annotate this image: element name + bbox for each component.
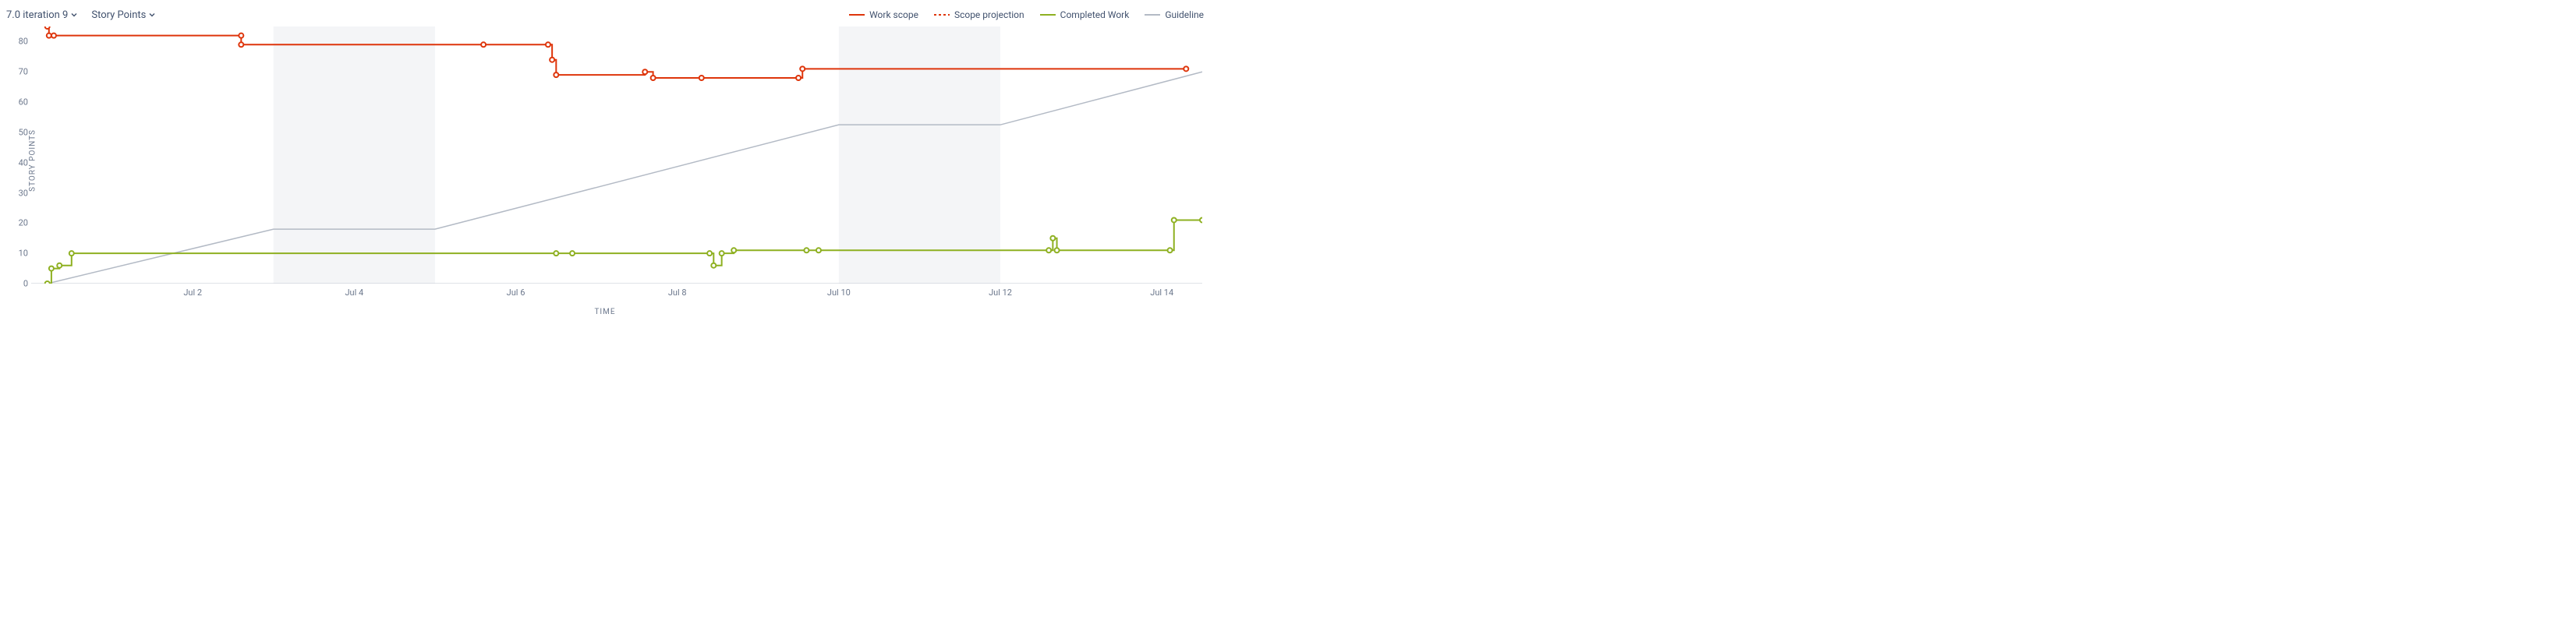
series-marker bbox=[651, 76, 656, 80]
y-tick-label: 40 bbox=[19, 157, 28, 168]
series-marker bbox=[554, 72, 558, 77]
series-marker bbox=[1050, 236, 1055, 241]
x-tick-label: Jul 12 bbox=[989, 287, 1012, 298]
series-marker bbox=[47, 34, 51, 38]
legend-item-completed-work: Completed Work bbox=[1040, 9, 1130, 20]
series-marker bbox=[804, 248, 809, 252]
sprint-dropdown-label: 7.0 iteration 9 bbox=[6, 9, 68, 21]
y-tick-label: 10 bbox=[19, 249, 28, 259]
x-tick-label: Jul 2 bbox=[183, 287, 202, 298]
sprint-dropdown[interactable]: 7.0 iteration 9 bbox=[6, 9, 77, 21]
series-marker bbox=[481, 42, 486, 47]
series-marker bbox=[1168, 248, 1173, 252]
chevron-down-icon bbox=[71, 12, 77, 18]
series-marker bbox=[711, 263, 716, 268]
series-marker bbox=[800, 66, 805, 71]
series-marker bbox=[554, 251, 558, 256]
series-line bbox=[48, 72, 1202, 284]
legend-swatch-solid-red-icon bbox=[849, 12, 865, 17]
series-marker bbox=[239, 34, 243, 38]
series-marker bbox=[1184, 66, 1188, 71]
x-tick-label: Jul 6 bbox=[507, 287, 525, 298]
series-marker bbox=[707, 251, 712, 256]
legend-label: Work scope bbox=[869, 9, 918, 20]
chevron-down-icon bbox=[149, 12, 155, 18]
y-tick-label: 0 bbox=[23, 279, 28, 289]
series-marker bbox=[550, 58, 554, 62]
y-tick-label: 80 bbox=[19, 37, 28, 47]
series-line bbox=[48, 220, 1202, 284]
series-marker bbox=[1172, 217, 1177, 222]
legend-label: Completed Work bbox=[1060, 9, 1130, 20]
series-line bbox=[48, 26, 1187, 78]
chart-topbar: 7.0 iteration 9 Story Points Work scope … bbox=[6, 6, 1204, 23]
series-marker bbox=[570, 251, 575, 256]
series-marker bbox=[239, 42, 243, 47]
chart-svg bbox=[31, 26, 1202, 284]
series-marker bbox=[1055, 248, 1060, 252]
series-marker bbox=[51, 34, 56, 38]
x-tick-label: Jul 14 bbox=[1150, 287, 1173, 298]
y-tick-label: 20 bbox=[19, 218, 28, 228]
series-marker bbox=[546, 42, 550, 47]
y-tick-label: 70 bbox=[19, 67, 28, 77]
chart-plot-area bbox=[31, 26, 1202, 284]
series-marker bbox=[45, 26, 50, 29]
x-tick-label: Jul 4 bbox=[345, 287, 363, 298]
series-marker bbox=[45, 281, 50, 284]
series-marker bbox=[796, 76, 801, 80]
legend-swatch-solid-green-icon bbox=[1040, 12, 1056, 17]
series-marker bbox=[720, 251, 724, 256]
y-tick-label: 60 bbox=[19, 97, 28, 108]
metric-dropdown-label: Story Points bbox=[91, 9, 146, 21]
x-axis-label: TIME bbox=[594, 308, 615, 316]
legend-item-guideline: Guideline bbox=[1145, 9, 1204, 20]
legend-swatch-solid-gray-icon bbox=[1145, 12, 1160, 17]
series-marker bbox=[1046, 248, 1051, 252]
series-marker bbox=[1200, 217, 1202, 222]
chart-dropdowns: 7.0 iteration 9 Story Points bbox=[6, 9, 155, 21]
burnup-chart-panel: 7.0 iteration 9 Story Points Work scope … bbox=[0, 0, 1210, 321]
weekend-band bbox=[274, 26, 435, 284]
x-tick-label: Jul 8 bbox=[668, 287, 687, 298]
series-marker bbox=[642, 69, 647, 74]
legend-swatch-dashed-red-icon bbox=[934, 12, 950, 17]
series-marker bbox=[816, 248, 821, 252]
x-tick-label: Jul 10 bbox=[827, 287, 851, 298]
legend-item-scope-projection: Scope projection bbox=[934, 9, 1024, 20]
y-tick-label: 50 bbox=[19, 127, 28, 137]
series-marker bbox=[699, 76, 704, 80]
series-marker bbox=[49, 266, 54, 271]
weekend-band bbox=[839, 26, 1000, 284]
series-marker bbox=[57, 263, 62, 268]
y-tick-label: 30 bbox=[19, 188, 28, 198]
legend-label: Guideline bbox=[1165, 9, 1204, 20]
chart-legend: Work scope Scope projection Completed Wo… bbox=[849, 9, 1204, 20]
legend-label: Scope projection bbox=[954, 9, 1024, 20]
metric-dropdown[interactable]: Story Points bbox=[91, 9, 155, 21]
legend-item-work-scope: Work scope bbox=[849, 9, 918, 20]
series-marker bbox=[69, 251, 74, 256]
series-marker bbox=[731, 248, 736, 252]
